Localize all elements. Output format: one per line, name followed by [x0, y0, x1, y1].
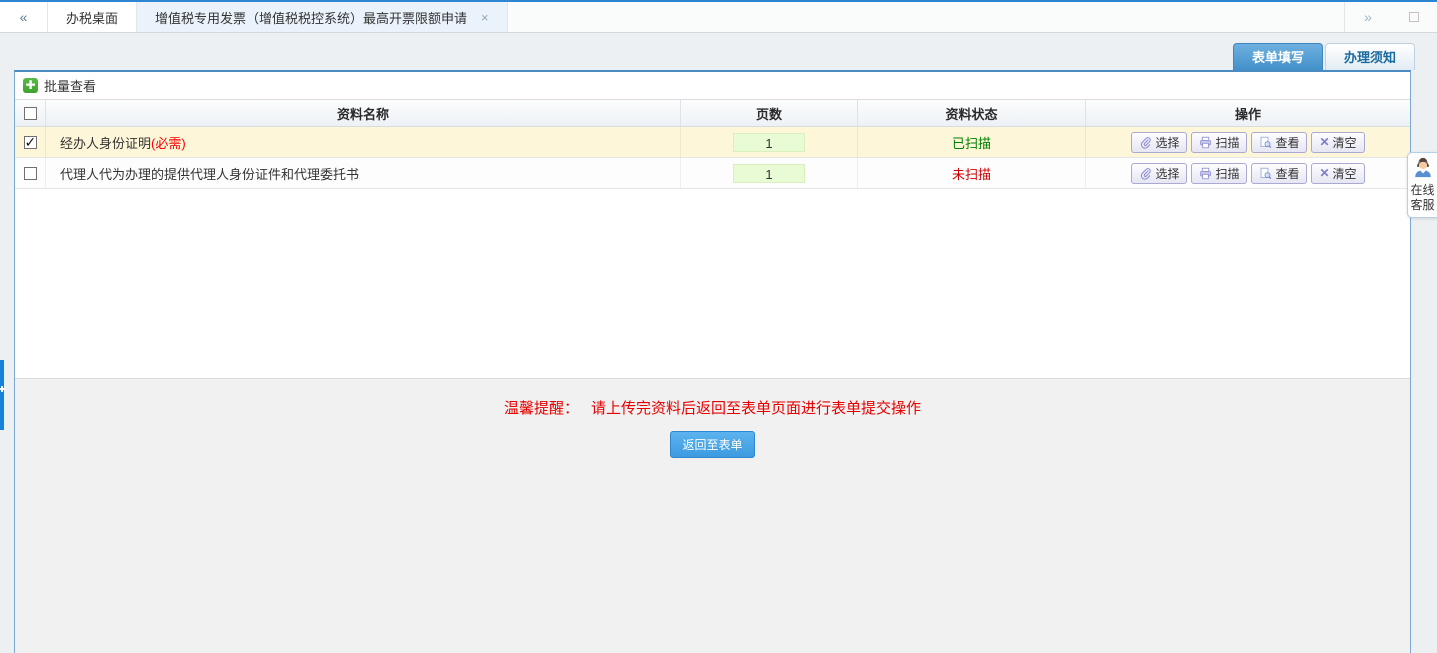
- row-checkbox[interactable]: [24, 136, 37, 149]
- header-status: 资料状态: [858, 100, 1086, 126]
- pages-count: 1: [733, 164, 805, 183]
- clear-button[interactable]: ✕ 清空: [1311, 163, 1364, 184]
- main-panel: ✚ 批量查看 资料名称 页数 资料状态 操作 经办人身份证明(必需) 1 已扫描…: [14, 70, 1411, 653]
- clear-x-icon: ✕: [1319, 166, 1329, 180]
- maximize-button[interactable]: [1391, 9, 1437, 25]
- browser-tab-bar: « 办税桌面 增值税专用发票（增值税税控系统）最高开票限额申请 × »: [0, 2, 1437, 33]
- batch-view-button[interactable]: 批量查看: [44, 76, 96, 95]
- footer-area: 温馨提醒：请上传完资料后返回至表单页面进行表单提交操作 返回至表单: [15, 378, 1410, 653]
- printer-icon: [1199, 136, 1212, 149]
- view-document-icon: [1259, 167, 1272, 180]
- doc-name: 代理人代为办理的提供代理人身份证件和代理委托书: [60, 164, 359, 183]
- row-checkbox[interactable]: [24, 167, 37, 180]
- collapse-tabs-button[interactable]: «: [0, 2, 48, 32]
- clear-button[interactable]: ✕ 清空: [1311, 132, 1364, 153]
- doc-name: 经办人身份证明: [60, 133, 151, 152]
- chevron-right-icon: »: [1364, 9, 1372, 25]
- view-tabs: 表单填写 办理须知: [1233, 43, 1415, 70]
- table-row: 经办人身份证明(必需) 1 已扫描 选择 扫描 查看 ✕ 清空: [15, 127, 1410, 158]
- table-empty-area: [15, 189, 1410, 378]
- paperclip-icon: [1139, 136, 1152, 149]
- online-service-widget[interactable]: 在线 客服: [1407, 152, 1437, 218]
- pages-count: 1: [733, 133, 805, 152]
- scan-button[interactable]: 扫描: [1191, 163, 1247, 184]
- select-file-button[interactable]: 选择: [1131, 163, 1187, 184]
- tab-vat-max-invoice-application[interactable]: 增值税专用发票（增值税税控系统）最高开票限额申请 ×: [137, 2, 508, 32]
- return-to-form-button[interactable]: 返回至表单: [670, 431, 754, 458]
- paperclip-icon: [1139, 167, 1152, 180]
- service-label-line2: 客服: [1410, 198, 1435, 213]
- doc-name-cell: 经办人身份证明(必需): [46, 127, 681, 157]
- scan-button[interactable]: 扫描: [1191, 132, 1247, 153]
- required-tag: (必需): [151, 133, 186, 152]
- tab-form-fill[interactable]: 表单填写: [1233, 43, 1323, 70]
- toolbar: ✚ 批量查看: [15, 72, 1410, 100]
- batch-view-icon: ✚: [23, 78, 38, 93]
- header-name: 资料名称: [46, 100, 681, 126]
- reminder-text: 温馨提醒：请上传完资料后返回至表单页面进行表单提交操作: [15, 397, 1410, 418]
- table-header-row: 资料名称 页数 资料状态 操作: [15, 100, 1410, 127]
- clear-x-icon: ✕: [1319, 135, 1329, 149]
- maximize-icon: [1409, 12, 1419, 22]
- close-icon[interactable]: ×: [481, 10, 489, 25]
- doc-name-cell: 代理人代为办理的提供代理人身份证件和代理委托书: [46, 158, 681, 188]
- view-button[interactable]: 查看: [1251, 163, 1307, 184]
- chevron-left-icon: «: [20, 9, 28, 25]
- tab-label: 增值税专用发票（增值税税控系统）最高开票限额申请: [155, 8, 467, 27]
- window-controls: »: [1344, 2, 1437, 32]
- status-badge: 未扫描: [952, 164, 991, 183]
- select-all-checkbox[interactable]: [24, 107, 37, 120]
- service-label-line1: 在线: [1410, 183, 1435, 198]
- header-pages: 页数: [681, 100, 858, 126]
- expand-tabs-button[interactable]: »: [1345, 9, 1391, 25]
- table-row: 代理人代为办理的提供代理人身份证件和代理委托书 1 未扫描 选择 扫描 查看 ✕…: [15, 158, 1410, 189]
- view-button[interactable]: 查看: [1251, 132, 1307, 153]
- select-file-button[interactable]: 选择: [1131, 132, 1187, 153]
- sidebar-expand-handle[interactable]: [0, 360, 4, 430]
- tab-handling-notes[interactable]: 办理须知: [1325, 43, 1415, 70]
- customer-service-avatar: [1412, 156, 1434, 178]
- printer-icon: [1199, 167, 1212, 180]
- view-document-icon: [1259, 136, 1272, 149]
- status-badge: 已扫描: [952, 133, 991, 152]
- header-actions: 操作: [1086, 100, 1410, 126]
- tab-tax-desktop[interactable]: 办税桌面: [48, 2, 137, 32]
- header-band: 表单填写 办理须知: [0, 33, 1437, 70]
